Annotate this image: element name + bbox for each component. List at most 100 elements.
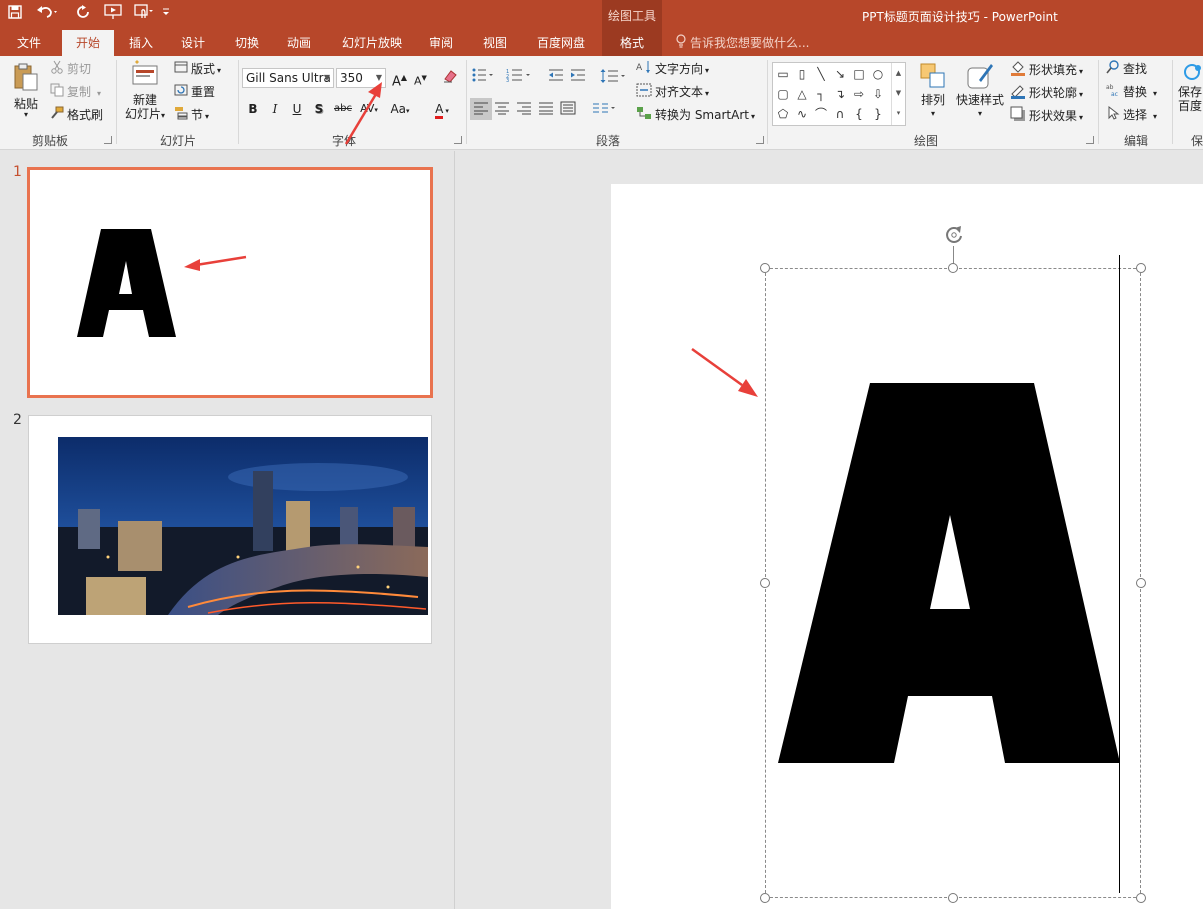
numbering-button[interactable]: 123 [506, 68, 532, 87]
resize-handle-right[interactable] [1136, 578, 1146, 588]
rectangle-shape[interactable]: □ [850, 65, 868, 83]
tab-transitions[interactable]: 切换 [224, 30, 270, 56]
vertical-text-box-shape[interactable]: ▯ [793, 65, 811, 83]
right-brace-shape[interactable]: } [869, 105, 887, 123]
bullets-button[interactable] [472, 68, 494, 87]
save-to-baidu-button[interactable]: 保存 百度 [1178, 62, 1203, 113]
tab-insert[interactable]: 插入 [118, 30, 164, 56]
align-right-button[interactable] [516, 101, 532, 120]
arrange-button[interactable]: 排列 ▾ [916, 62, 950, 121]
cut-button[interactable]: 剪切 [50, 60, 91, 79]
text-box-shape[interactable]: ▭ [774, 65, 792, 83]
tab-animations[interactable]: 动画 [276, 30, 322, 56]
convert-smartart-button[interactable]: 转换为 SmartArt ▾ [636, 106, 755, 126]
resize-handle-top-right[interactable] [1136, 263, 1146, 273]
rotate-handle[interactable] [943, 224, 965, 249]
redo-icon[interactable] [76, 4, 90, 26]
tab-home[interactable]: 开始 [62, 30, 114, 56]
paintbrush-icon [50, 106, 64, 125]
resize-handle-left[interactable] [760, 578, 770, 588]
gallery-scroll[interactable]: ▲ ▼ ▾ [891, 63, 905, 125]
shape-outline-button[interactable]: 形状轮廓 ▾ [1010, 83, 1083, 104]
tab-format[interactable]: 格式 [602, 30, 662, 56]
arrow-line-shape[interactable]: ↘ [831, 65, 849, 83]
tab-file[interactable]: 文件 [6, 30, 52, 56]
slide-thumbnail-1[interactable] [27, 167, 433, 398]
increase-indent-button[interactable] [570, 68, 586, 87]
svg-text:A: A [636, 63, 643, 73]
shapes-gallery[interactable]: ▭ ▯ ╲ ↘ □ ○ ▢ △ ┐ ↴ ⇨ ⇩ ⬠ ∿ ⌒ ∩ { } ▲ ▼ ▾ [772, 62, 906, 126]
freeform-shape[interactable]: ⬠ [774, 105, 792, 123]
line-spacing-button[interactable] [600, 68, 628, 89]
columns-button[interactable] [592, 101, 618, 120]
copy-button[interactable]: 复制 ▾ [50, 83, 101, 103]
elbow-arrow-shape[interactable]: ↴ [831, 85, 849, 103]
align-left-button[interactable] [470, 98, 492, 120]
curve-shape[interactable]: ∩ [831, 105, 849, 123]
tab-view[interactable]: 视图 [472, 30, 518, 56]
section-button[interactable]: 节 ▾ [174, 106, 209, 126]
paragraph-dialog-launcher[interactable] [756, 136, 764, 144]
rounded-rectangle-shape[interactable]: ▢ [774, 85, 792, 103]
slide-thumbnail-2[interactable] [28, 415, 432, 644]
replace-button[interactable]: ab ac 替换 ▾ [1106, 83, 1157, 103]
change-case-button[interactable]: Aa▾ [386, 100, 414, 118]
scribble-shape[interactable]: ∿ [793, 105, 811, 123]
text-shadow-button[interactable]: S [310, 100, 328, 118]
font-name-combobox[interactable]: Gill Sans Ultra ▼ [242, 68, 334, 88]
quick-styles-button[interactable]: 快速样式 ▾ [954, 62, 1006, 121]
tab-design[interactable]: 设计 [170, 30, 216, 56]
pen-outline-icon [1010, 83, 1026, 104]
arc-shape[interactable]: ⌒ [812, 105, 830, 123]
start-slideshow-icon[interactable] [104, 4, 122, 26]
down-arrow-shape[interactable]: ⇩ [869, 85, 887, 103]
align-center-button[interactable] [494, 101, 510, 120]
italic-button[interactable]: I [266, 100, 284, 118]
slide-canvas[interactable] [611, 184, 1203, 909]
undo-icon[interactable] [36, 4, 58, 26]
tab-slideshow[interactable]: 幻灯片放映 [336, 30, 408, 56]
drawing-dialog-launcher[interactable] [1086, 136, 1094, 144]
eraser-icon [444, 70, 457, 83]
line-shape[interactable]: ╲ [812, 65, 830, 83]
distributed-button[interactable] [560, 101, 576, 120]
resize-handle-top[interactable] [948, 263, 958, 273]
new-slide-button[interactable]: 新建 幻灯片▾ [122, 60, 168, 123]
tab-review[interactable]: 审阅 [418, 30, 464, 56]
decrease-font-size-button[interactable]: A▼ [414, 69, 427, 91]
shape-effects-button[interactable]: 形状效果 ▾ [1010, 106, 1083, 127]
oval-shape[interactable]: ○ [869, 65, 887, 83]
clipboard-dialog-launcher[interactable] [104, 136, 112, 144]
tell-me-search[interactable]: 告诉我您想要做什么... [676, 30, 809, 56]
elbow-connector-shape[interactable]: ┐ [812, 85, 830, 103]
resize-handle-bottom[interactable] [948, 893, 958, 903]
save-icon[interactable] [8, 4, 22, 26]
triangle-shape[interactable]: △ [793, 85, 811, 103]
tab-baidu-netdisk[interactable]: 百度网盘 [528, 30, 594, 56]
increase-font-size-button[interactable]: A▲ [392, 69, 407, 91]
justify-button[interactable] [538, 101, 554, 120]
layout-button[interactable]: 版式 ▾ [174, 60, 221, 80]
clear-formatting-button[interactable] [442, 68, 458, 89]
touch-mode-icon[interactable] [134, 4, 154, 26]
resize-handle-bottom-left[interactable] [760, 893, 770, 903]
decrease-indent-button[interactable] [548, 68, 564, 87]
customize-qat-icon[interactable] [162, 4, 170, 26]
align-text-button[interactable]: 对齐文本 ▾ [636, 83, 709, 103]
select-button[interactable]: 选择 ▾ [1106, 105, 1157, 126]
section-label: 节 [191, 108, 204, 122]
bold-button[interactable]: B [244, 100, 262, 118]
right-arrow-shape[interactable]: ⇨ [850, 85, 868, 103]
resize-handle-bottom-right[interactable] [1136, 893, 1146, 903]
shape-fill-button[interactable]: 形状填充 ▾ [1010, 60, 1083, 81]
font-color-button[interactable]: A ▾ [428, 100, 456, 119]
resize-handle-top-left[interactable] [760, 263, 770, 273]
font-dialog-launcher[interactable] [454, 136, 462, 144]
left-brace-shape[interactable]: { [850, 105, 868, 123]
paste-button[interactable]: 粘贴 ▾ [8, 62, 44, 119]
underline-button[interactable]: U [288, 100, 306, 118]
text-direction-button[interactable]: A 文字方向 ▾ [636, 60, 709, 80]
reset-button[interactable]: 重置 [174, 83, 215, 102]
find-button[interactable]: 查找 [1106, 60, 1147, 79]
format-painter-button[interactable]: 格式刷 [50, 106, 103, 125]
